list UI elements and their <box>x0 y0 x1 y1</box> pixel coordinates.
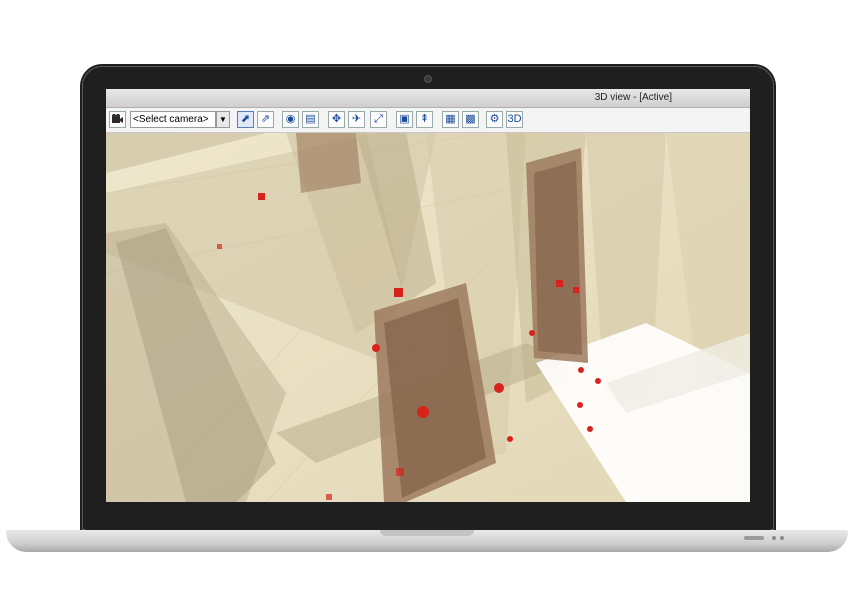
base-indicator-dot <box>772 536 776 540</box>
pan-camera-icon[interactable]: ⇗ <box>257 111 274 128</box>
view-3d-icon[interactable]: 3D <box>506 111 523 128</box>
base-indicator-dot <box>780 536 784 540</box>
wall-display-icon[interactable]: ▤ <box>302 111 319 128</box>
base-slot <box>744 536 764 540</box>
orbit-camera-icon[interactable]: ⬈ <box>237 111 254 128</box>
app-screen: 3D view - [Active] <Select camera> ▼ ⬈ ⇗… <box>106 89 750 502</box>
webcam <box>424 75 432 83</box>
texture-icon[interactable]: ▩ <box>462 111 479 128</box>
section-icon[interactable]: ▦ <box>442 111 459 128</box>
snapshot-icon[interactable]: ⚙ <box>486 111 503 128</box>
path-mode-icon[interactable]: ⤢ <box>370 111 387 128</box>
camera-select[interactable]: <Select camera> <box>130 111 216 128</box>
cut-plane-icon[interactable]: ▣ <box>396 111 413 128</box>
toolbar: <Select camera> ▼ ⬈ ⇗ ◉ ▤ ✥ ✈ ⤢ ▣ ⇞ ▦ ▩ … <box>106 108 750 133</box>
base-notch <box>380 530 474 536</box>
elevation-icon[interactable]: ⇞ <box>416 111 433 128</box>
window-titlebar: 3D view - [Active] <box>106 89 750 108</box>
camera-manager-icon[interactable] <box>109 111 126 128</box>
fly-mode-icon[interactable]: ✈ <box>348 111 365 128</box>
3d-viewport[interactable] <box>106 132 750 502</box>
render-style-icon[interactable]: ◉ <box>282 111 299 128</box>
walk-mode-icon[interactable]: ✥ <box>328 111 345 128</box>
chevron-down-icon[interactable]: ▼ <box>216 111 230 128</box>
screen-bezel-bottom <box>86 502 770 530</box>
window-title: 3D view - [Active] <box>594 92 672 103</box>
